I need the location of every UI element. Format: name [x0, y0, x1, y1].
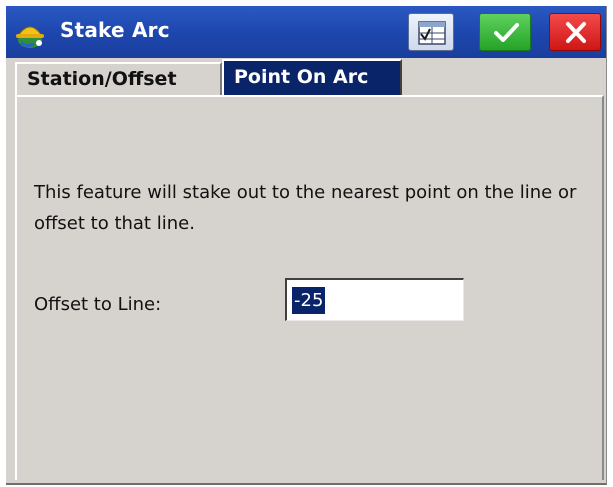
stake-arc-dialog: Stake Arc Station/Offset Point On Arc Th…	[6, 6, 607, 485]
title-bar: Stake Arc	[6, 6, 606, 58]
table-button[interactable]	[408, 13, 454, 51]
tab-station-offset[interactable]: Station/Offset	[15, 62, 222, 96]
surveyor-helmet-icon	[12, 16, 48, 50]
checkmark-icon	[494, 23, 519, 42]
close-icon	[566, 22, 586, 43]
offset-to-line-value: -25	[292, 287, 326, 314]
cancel-button[interactable]	[549, 13, 601, 51]
offset-to-line-input[interactable]: -25	[285, 278, 464, 321]
offset-to-line-label: Offset to Line:	[34, 294, 162, 315]
feature-description: This feature will stake out to the neare…	[34, 182, 577, 234]
ok-button[interactable]	[479, 13, 531, 51]
tab-point-on-arc[interactable]: Point On Arc	[222, 59, 402, 96]
table-check-icon	[418, 21, 446, 45]
window-title: Stake Arc	[60, 18, 170, 42]
